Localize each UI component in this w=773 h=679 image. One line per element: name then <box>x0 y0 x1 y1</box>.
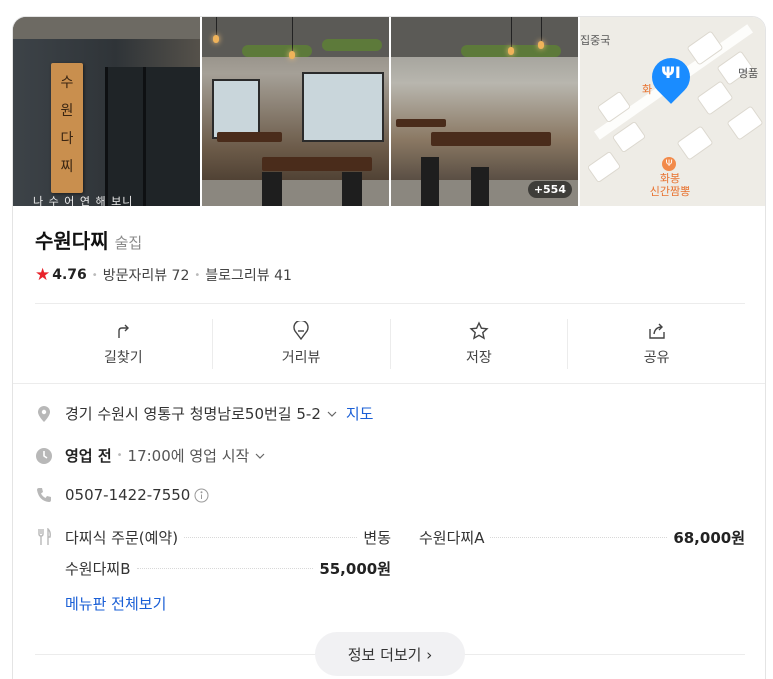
visitor-reviews-link[interactable]: 방문자리뷰 72 <box>103 265 190 285</box>
dotted-leader <box>490 537 668 538</box>
address-text[interactable]: 경기 수원시 영통구 청명남로50번길 5-2 <box>65 403 321 424</box>
map-label: 집중국 <box>580 34 611 47</box>
map-block <box>726 105 764 141</box>
info-icon[interactable] <box>194 488 209 503</box>
utensils-icon: ΨⅠ <box>661 63 681 82</box>
place-card: 수원다찌 나 수 어 연 해 보니 +554 집중국 명품 화 ΨⅠ Ψ 화봉 … <box>12 16 766 679</box>
menu-item-price: 55,000원 <box>319 560 391 578</box>
hours-row: 영업 전 • 17:00에 영업 시작 <box>35 445 266 466</box>
chair <box>421 157 439 206</box>
business-status: 영업 전 <box>65 447 112 465</box>
lamp-bulb <box>213 35 219 43</box>
streetview-button[interactable]: 거리뷰 <box>213 319 391 369</box>
divider <box>35 303 745 304</box>
map-block <box>686 30 724 66</box>
star-outline-icon <box>469 321 489 340</box>
full-menu-link[interactable]: 메뉴판 전체보기 <box>65 593 166 614</box>
poi-label: 화봉 신간짬뽕 <box>649 172 691 198</box>
window <box>212 79 260 139</box>
table <box>431 132 551 146</box>
menu-item-name: 수원다찌B <box>65 560 131 578</box>
phone-number[interactable]: 0507-1422-7550 <box>65 486 190 504</box>
place-category: 술집 <box>114 234 143 252</box>
separator-dot: • <box>194 269 201 281</box>
menu-item-price: 68,000원 <box>673 529 745 547</box>
address-row: 경기 수원시 영통구 청명남로50번길 5-2 지도 <box>35 403 373 424</box>
menu-item[interactable]: 수원다찌A 68,000원 <box>419 527 745 548</box>
directions-button[interactable]: 길찾기 <box>35 319 213 369</box>
lamp-cord <box>216 17 217 35</box>
menu-item[interactable]: 다찌식 주문(예약) 변동 <box>65 527 391 548</box>
streetview-icon <box>293 321 309 341</box>
share-button[interactable]: 공유 <box>568 319 745 369</box>
ceiling-beam <box>13 17 200 39</box>
restaurant-poi-icon: Ψ <box>662 157 676 171</box>
action-bar: 길찾기 거리뷰 저장 공유 <box>35 319 745 369</box>
hanging-vine <box>242 45 312 57</box>
save-label: 저장 <box>465 350 492 366</box>
menu-item[interactable]: 수원다찌B 55,000원 <box>65 558 391 579</box>
dotted-leader <box>136 568 314 569</box>
photo-interior-2[interactable]: +554 <box>391 17 578 206</box>
hanging-vine <box>322 39 382 51</box>
streetview-label: 거리뷰 <box>281 350 321 366</box>
lamp-cord <box>541 17 542 41</box>
place-name[interactable]: 수원다찌 <box>35 225 109 254</box>
wall-text: 나 수 어 연 해 보니 <box>33 195 134 206</box>
save-button[interactable]: 저장 <box>391 319 569 369</box>
map-label: 명품 <box>738 67 759 80</box>
door-frame <box>143 67 146 206</box>
mini-map[interactable]: 집중국 명품 화 ΨⅠ Ψ 화봉 신간짬뽕 <box>580 17 765 206</box>
rating-value: 4.76 <box>52 267 87 283</box>
map-block <box>696 80 734 116</box>
photo-count-badge: +554 <box>527 181 572 198</box>
blog-reviews-link[interactable]: 블로그리뷰 41 <box>205 265 292 285</box>
menu-item-price: 변동 <box>363 529 391 547</box>
photo-interior-1[interactable] <box>202 17 389 206</box>
clock-icon <box>36 447 52 464</box>
separator-dot: • <box>116 450 123 461</box>
chevron-down-icon[interactable] <box>326 408 338 420</box>
chair <box>262 172 282 206</box>
chair <box>471 167 489 206</box>
sign-text: 수원다찌 <box>60 75 74 175</box>
business-hours[interactable]: 17:00에 영업 시작 <box>128 445 250 466</box>
menu-item-name: 수원다찌A <box>419 529 485 547</box>
map-block <box>676 125 714 161</box>
map-link[interactable]: 지도 <box>346 403 374 424</box>
location-pin-icon <box>38 405 50 422</box>
star-icon: ★ <box>35 265 51 285</box>
map-label: 화 <box>642 83 653 96</box>
chair <box>342 172 362 206</box>
share-icon <box>648 323 665 339</box>
divider <box>13 383 765 384</box>
directions-label: 길찾기 <box>104 350 143 366</box>
menu-item-name: 다찌식 주문(예약) <box>65 529 179 547</box>
phone-icon <box>37 488 51 502</box>
lamp-bulb <box>289 51 295 59</box>
lamp-cord <box>511 17 512 47</box>
lamp-bulb <box>538 41 544 49</box>
glass-door <box>105 67 200 206</box>
title-row: 수원다찌 술집 <box>35 225 142 254</box>
menu-icon <box>38 528 51 545</box>
dotted-leader <box>184 537 358 538</box>
table <box>396 119 446 127</box>
lamp-bulb <box>508 47 514 55</box>
map-block <box>586 150 622 184</box>
more-info-button[interactable]: 정보 더보기 › <box>315 632 465 676</box>
table <box>262 157 372 171</box>
phone-row: 0507-1422-7550 <box>35 486 209 504</box>
separator-dot: • <box>91 269 98 281</box>
chevron-down-icon[interactable] <box>254 450 266 462</box>
share-label: 공유 <box>643 350 670 366</box>
photo-storefront[interactable]: 수원다찌 나 수 어 연 해 보니 <box>13 17 200 206</box>
lamp-cord <box>292 17 293 51</box>
photo-strip: 수원다찌 나 수 어 연 해 보니 +554 집중국 명품 화 ΨⅠ Ψ 화봉 … <box>13 17 765 206</box>
directions-icon <box>118 324 130 338</box>
window <box>302 72 384 142</box>
table <box>217 132 282 142</box>
rating-row: ★ 4.76 • 방문자리뷰 72 • 블로그리뷰 41 <box>35 265 292 285</box>
